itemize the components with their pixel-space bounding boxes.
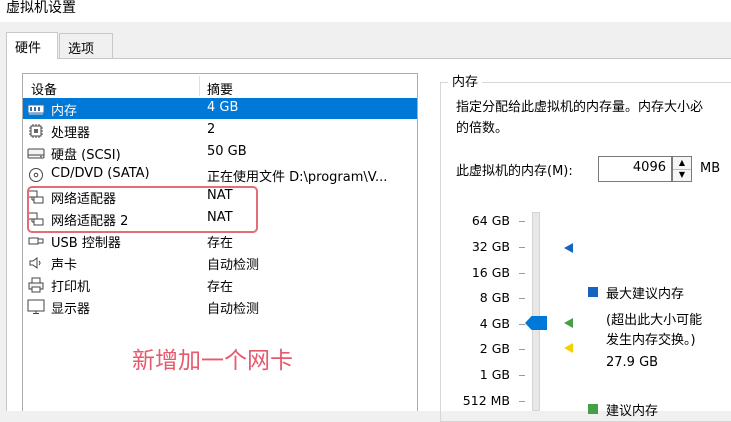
memory-slider-track[interactable]	[532, 212, 540, 411]
scale-tickmark	[519, 401, 525, 402]
device-name: 硬盘 (SCSI)	[51, 148, 121, 163]
recommended-marker	[564, 318, 573, 328]
column-summary[interactable]: 摘要	[207, 79, 233, 98]
device-row-sound-card[interactable]: 声卡 自动检测	[23, 252, 417, 273]
title-bar: 虚拟机设置	[0, 0, 731, 22]
tab-strip: 硬件 选项	[0, 32, 731, 59]
max-recommended-marker	[564, 243, 573, 253]
network-adapters-highlight	[27, 186, 258, 233]
cd-icon	[29, 168, 43, 182]
speaker-icon	[29, 257, 41, 269]
column-device[interactable]: 设备	[31, 79, 57, 98]
device-name: USB 控制器	[51, 236, 121, 251]
max-legend-note-line1: (超出此大小可能	[606, 313, 703, 328]
memory-size-value: 4096	[632, 160, 666, 175]
usb-icon	[28, 237, 44, 245]
device-summary: 正在使用文件 D:\program\V...	[207, 170, 388, 185]
scale-tickmark	[519, 273, 525, 274]
device-row-harddisk[interactable]: 硬盘 (SCSI) 50 GB	[23, 142, 417, 163]
memory-unit-label: MB	[700, 161, 721, 176]
scale-tickmark	[519, 375, 525, 376]
device-summary: 自动检测	[207, 302, 260, 317]
device-name: 声卡	[51, 258, 78, 273]
scale-tick: 2 GB	[479, 341, 510, 356]
device-name: CD/DVD (SATA)	[51, 166, 150, 181]
memory-icon	[27, 104, 45, 115]
memory-description-line1: 指定分配给此虚拟机的内存量。内存大小必	[456, 100, 704, 115]
device-row-usb[interactable]: USB 控制器 存在	[23, 230, 417, 251]
monitor-icon	[27, 299, 45, 314]
max-legend-swatch	[588, 287, 598, 297]
harddisk-icon	[27, 148, 45, 159]
device-row-cpu[interactable]: 处理器 2	[23, 120, 417, 141]
scale-tick: 64 GB	[471, 213, 510, 228]
scale-tick: 512 MB	[462, 393, 510, 408]
scale-tick: 8 GB	[479, 290, 510, 305]
recommended-legend-swatch	[588, 404, 598, 414]
device-summary: 存在	[207, 236, 234, 251]
device-name: 显示器	[51, 302, 91, 317]
tab-hardware[interactable]: 硬件	[6, 32, 58, 59]
memory-group-title: 内存	[448, 71, 483, 90]
device-summary: 4 GB	[207, 100, 239, 115]
device-row-memory[interactable]: 内存 4 GB	[23, 98, 417, 119]
scale-tick: 4 GB	[479, 316, 510, 331]
device-name: 处理器	[51, 126, 91, 141]
device-summary: 存在	[207, 280, 234, 295]
device-summary: 50 GB	[207, 144, 247, 159]
scale-tickmark	[519, 247, 525, 248]
tab-options[interactable]: 选项	[59, 33, 113, 58]
scale-tickmark	[519, 221, 525, 222]
scale-tick: 16 GB	[471, 265, 510, 280]
scale-tickmark	[519, 298, 525, 299]
max-legend-value: 27.9 GB	[606, 355, 659, 370]
memory-field-label: 此虚拟机的内存(M):	[456, 164, 573, 179]
memory-size-input[interactable]: 4096	[598, 156, 672, 182]
device-name: 打印机	[51, 280, 91, 295]
device-list-header: 设备 摘要	[23, 74, 417, 98]
device-row-cddvd[interactable]: CD/DVD (SATA) 正在使用文件 D:\program\V...	[23, 164, 417, 185]
device-summary: 2	[207, 122, 216, 137]
max-legend-label: 最大建议内存	[606, 287, 685, 302]
printer-icon	[28, 277, 44, 293]
scale-tick: 32 GB	[471, 239, 510, 254]
device-summary: 自动检测	[207, 258, 260, 273]
scale-tickmark	[519, 324, 525, 325]
cpu-icon	[29, 124, 43, 138]
memory-spinner[interactable]: ▲ ▼	[672, 156, 692, 182]
guest-minimum-marker	[564, 343, 573, 353]
spin-down-icon[interactable]: ▼	[673, 169, 691, 181]
device-row-display[interactable]: 显示器 自动检测	[23, 296, 417, 317]
scale-tickmark	[519, 349, 525, 350]
annotation-label: 新增加一个网卡	[132, 348, 293, 374]
max-legend-note-line2: 发生内存交换。)	[606, 333, 696, 348]
column-divider[interactable]	[199, 76, 200, 96]
device-row-printer[interactable]: 打印机 存在	[23, 274, 417, 295]
memory-description: 指定分配给此虚拟机的内存量。内存大小必 的倍数。	[456, 97, 731, 139]
memory-description-line2: 的倍数。	[456, 121, 509, 136]
device-name: 内存	[51, 104, 78, 119]
window-title: 虚拟机设置	[6, 0, 76, 16]
scale-tick: 1 GB	[479, 367, 510, 382]
recommended-legend-label: 建议内存	[606, 404, 659, 419]
